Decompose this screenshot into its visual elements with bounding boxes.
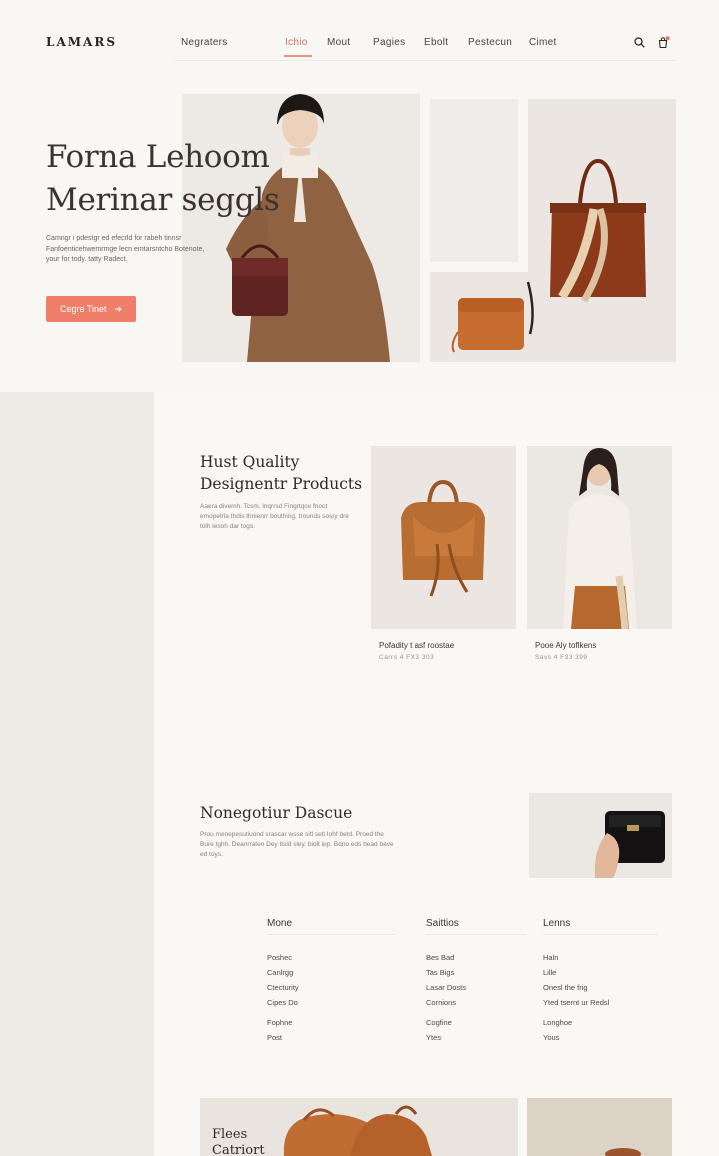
footer-link[interactable]: Longhoe (543, 1018, 572, 1027)
nav-item-ebolt[interactable]: Ebolt (424, 37, 448, 48)
hero-cta-label: Cegre Tinet (59, 304, 107, 314)
footer-link[interactable]: Onesl the frig (543, 983, 588, 992)
footer-link[interactable]: Haln (543, 953, 558, 962)
footer-link[interactable]: Ctecturity (267, 983, 299, 992)
product-1-price: Carrs 4 FX3 303 (379, 654, 435, 661)
hero-model-image (182, 94, 420, 362)
brand-logo[interactable]: LAMARS (46, 35, 117, 49)
footer-column-1-title: Mone (267, 918, 293, 929)
product-1-name[interactable]: Pofadity t asf roostae (379, 641, 454, 650)
search-icon[interactable] (634, 37, 645, 48)
promo-title-line-2: Catriort (212, 1143, 265, 1156)
nav-item-pagies[interactable]: Pagies (373, 37, 405, 48)
product-model-image[interactable] (527, 446, 672, 629)
product-2-name[interactable]: Pooe Aly toflkens (535, 641, 596, 650)
footer-link[interactable]: Post (267, 1033, 282, 1042)
footer-link[interactable]: Lille (543, 968, 556, 977)
nav-active-underline (284, 55, 312, 57)
nav-item-pestecun[interactable]: Pestecun (468, 37, 512, 48)
arrow-right-icon: ➔ (114, 303, 123, 314)
quality-title-line-1: Hust Quality (200, 453, 300, 471)
footer-link[interactable]: Ytes (426, 1033, 441, 1042)
hero-title-line-2: Merinar seggls (46, 182, 280, 218)
footer-link[interactable]: Lasar Dosts (426, 983, 466, 992)
product-backpack-image[interactable] (371, 446, 516, 629)
promo-side-image[interactable] (527, 1098, 672, 1156)
footer-link[interactable]: Bes Bad (426, 953, 454, 962)
footer-link[interactable]: Fophne (267, 1018, 292, 1027)
hero-title: Forna Lehoom Merinar seggls (46, 136, 280, 222)
footer-link[interactable]: Canlrgg (267, 968, 293, 977)
footer-column-3-title: Lenns (543, 918, 571, 929)
nonegotiur-section-title: Nonegotiur Dascue (200, 804, 353, 822)
left-background-strip (0, 392, 154, 1156)
footer-link[interactable]: Cogfine (426, 1018, 452, 1027)
footer-column-2-title: Saittios (426, 918, 459, 929)
quality-section-body: Aaera divemh. Tcsm. lnqrrsd Fingrtqce fn… (200, 503, 349, 530)
footer-column-1-divider (267, 934, 395, 935)
footer-link[interactable]: Yted tsernt ur Redsl (543, 998, 609, 1007)
quality-section-title: Hust Quality Designentr Products (200, 451, 362, 495)
cart-icon[interactable] (657, 36, 670, 49)
promo-title: Flees Catriort (212, 1127, 265, 1156)
footer-link[interactable]: Cornions (426, 998, 456, 1007)
footer-link[interactable]: Cipes Do (267, 998, 298, 1007)
quality-title-line-2: Designentr Products (200, 475, 363, 493)
footer-link[interactable]: Yous (543, 1033, 559, 1042)
hero-title-line-1: Forna Lehoom (46, 139, 270, 175)
hero-tote-image (528, 99, 676, 362)
nav-item-mout[interactable]: Mout (327, 37, 350, 48)
hero-description: Camngr i pdestgr ed efecrld for rabeh ti… (46, 235, 205, 263)
footer-column-3-divider (543, 934, 658, 935)
footer-column-2-divider (426, 934, 526, 935)
nonegotiur-section-body: Prou menepesutiuond srascar wsse sitl se… (200, 831, 394, 858)
footer-link[interactable]: Poshec (267, 953, 292, 962)
header-divider (175, 60, 675, 61)
promo-title-line-1: Flees (212, 1127, 248, 1142)
nav-item-ichio[interactable]: Ichio (285, 37, 308, 48)
hero-cta-button[interactable]: Cegre Tinet ➔ (46, 296, 136, 322)
footer-link[interactable]: Tas Bigs (426, 968, 454, 977)
hero-empty-frame (430, 99, 518, 262)
hero-crossbody-image (430, 272, 543, 362)
nav-item-cimet[interactable]: Cimet (529, 37, 557, 48)
product-2-price: Savs 4 F33 399 (535, 654, 588, 661)
nav-item-negraters[interactable]: Negraters (181, 37, 228, 48)
clutch-in-hand-image (529, 793, 672, 878)
